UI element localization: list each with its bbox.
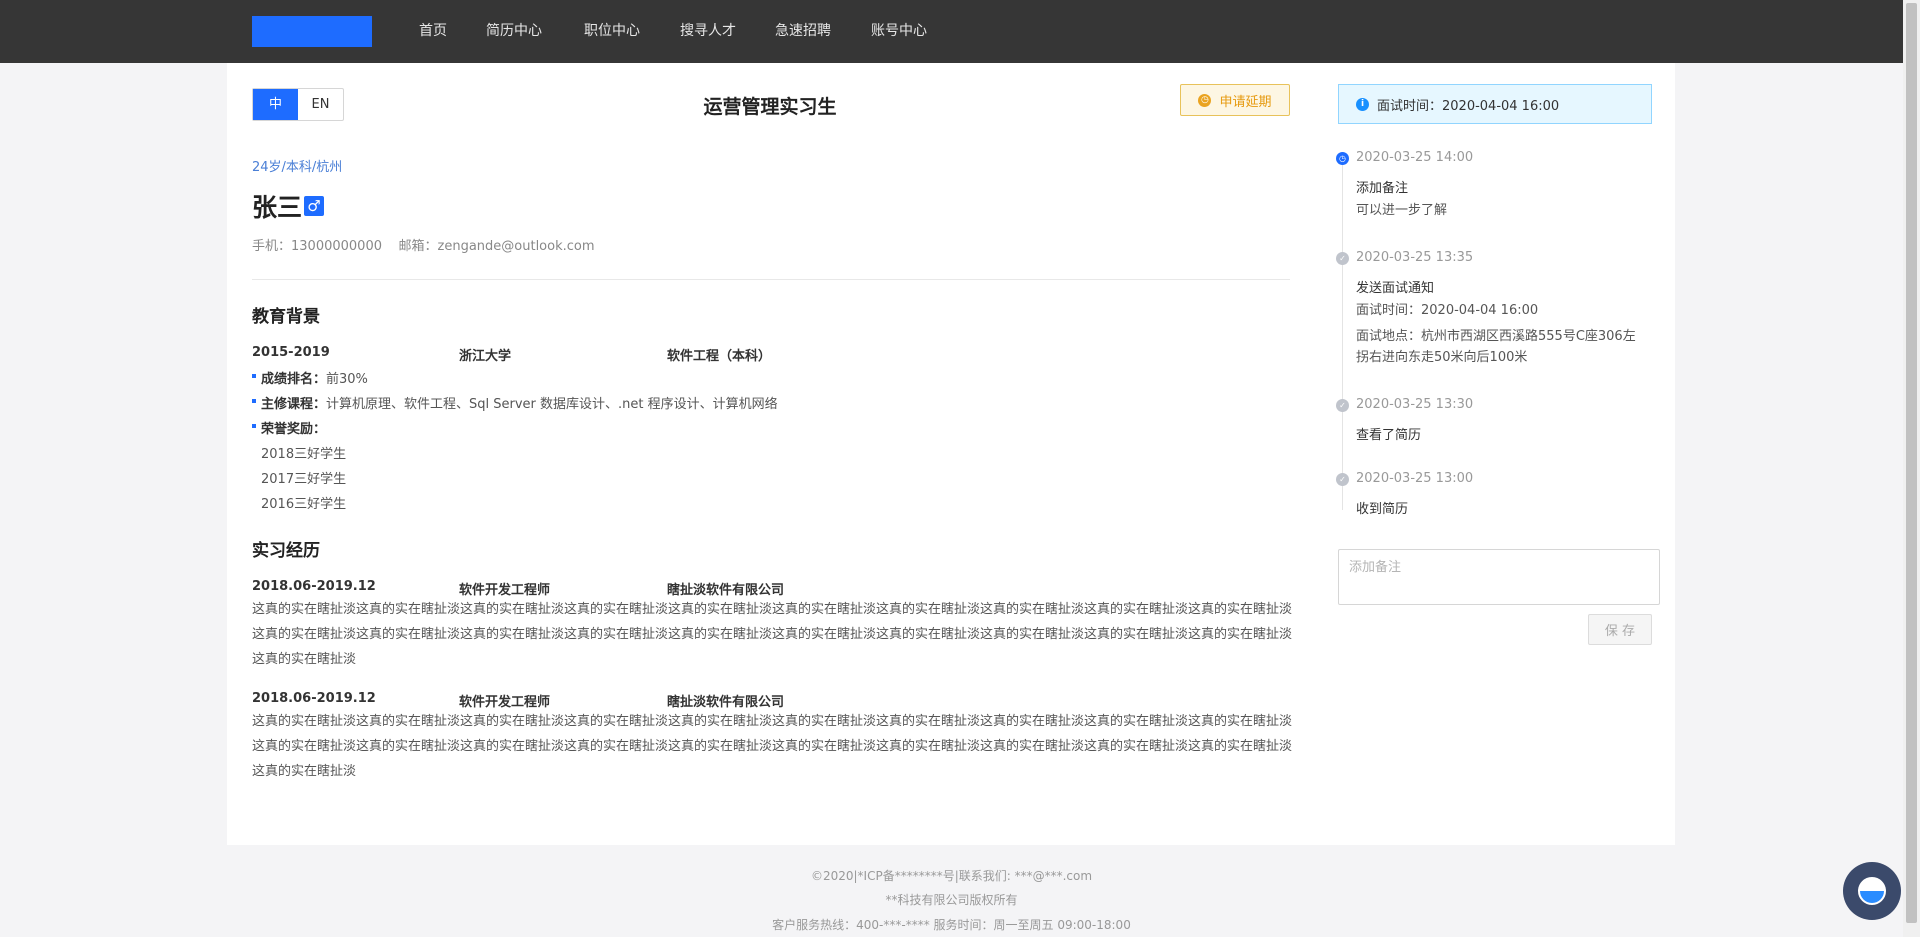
nav-home[interactable]: 首页 [419, 0, 447, 63]
footer-copyright: ©2020|*ICP备********号|联系我们: ***@***.com [810, 869, 1093, 883]
info-icon: i [1356, 97, 1369, 111]
nav-resume-center[interactable]: 简历中心 [486, 0, 542, 63]
award-item: 2017三好学生 [261, 472, 347, 487]
check-icon: ✓ [1336, 399, 1349, 412]
internship-period: 2018.06-2019.12 [252, 691, 376, 706]
timeline-title: 添加备注 [1356, 181, 1409, 196]
apply-extension-label: 申请延期 [1219, 94, 1272, 110]
rank-value: 前30% [326, 372, 368, 387]
timeline-title: 发送面试通知 [1356, 281, 1435, 296]
rank-label: 成绩排名： [261, 372, 327, 387]
education-major: 软件工程（本科） [667, 349, 772, 364]
timeline-line [1342, 160, 1343, 510]
nav-job-center[interactable]: 职位中心 [584, 0, 640, 63]
male-icon: ♂ [304, 196, 324, 216]
internship-role: 软件开发工程师 [459, 695, 551, 710]
nav-quick-hire[interactable]: 急速招聘 [775, 0, 831, 63]
top-navbar: 首页 简历中心 职位中心 搜寻人才 急速招聘 账号中心 [0, 0, 1903, 63]
candidate-name: 张三 [252, 193, 303, 222]
check-icon: ✓ [1336, 473, 1349, 486]
timeline-detail: 面试时间：2020-04-04 16:00 [1356, 303, 1539, 318]
education-title: 教育背景 [252, 307, 320, 327]
scrollbar-thumb[interactable] [1906, 3, 1917, 923]
timeline-time: 2020-03-25 13:35 [1356, 250, 1474, 265]
interview-time-notice: i 面试时间：2020-04-04 16:00 [1338, 84, 1652, 124]
note-input[interactable] [1338, 549, 1660, 605]
timeline-title: 查看了简历 [1356, 428, 1422, 443]
courses-value: 计算机原理、软件工程、Sql Server 数据库设计、.net 程序设计、计算… [326, 397, 778, 412]
language-switch: 中 EN [252, 88, 344, 121]
save-button[interactable]: 保 存 [1588, 614, 1652, 645]
timeline-detail: 面试地点：杭州市西湖区西溪路555号C座306左拐右进向东走50米向后100米 [1356, 329, 1636, 365]
nav-account-center[interactable]: 账号中心 [871, 0, 927, 63]
clock-icon: ◷ [1198, 93, 1212, 107]
footer-company: **科技有限公司版权所有 [885, 893, 1018, 907]
education-period: 2015-2019 [252, 345, 330, 360]
internship-title: 实习经历 [252, 541, 320, 561]
timeline-time: 2020-03-25 14:00 [1356, 150, 1474, 165]
internship-company: 瞎扯淡软件有限公司 [667, 583, 785, 598]
check-icon: ✓ [1336, 252, 1349, 265]
lang-zh-button[interactable]: 中 [253, 89, 298, 120]
courses-item: 主修课程：计算机原理、软件工程、Sql Server 数据库设计、.net 程序… [252, 393, 778, 412]
internship-description: 这真的实在瞎扯淡这真的实在瞎扯淡这真的实在瞎扯淡这真的实在瞎扯淡这真的实在瞎扯淡… [252, 714, 1293, 779]
internship-role: 软件开发工程师 [459, 583, 551, 598]
apply-extension-button[interactable]: ◷ 申请延期 [1180, 84, 1290, 116]
internship-company: 瞎扯淡软件有限公司 [667, 695, 785, 710]
internship-period: 2018.06-2019.12 [252, 579, 376, 594]
candidate-meta: 24岁/本科/杭州 [252, 160, 343, 175]
clock-icon: ◷ [1336, 152, 1349, 165]
timeline-time: 2020-03-25 13:00 [1356, 471, 1474, 486]
awards-label: 荣誉奖励： [261, 422, 327, 437]
scrollbar[interactable] [1903, 0, 1920, 937]
footer-hotline: 客户服务热线：400-***-**** 服务时间：周一至周五 09:00-18:… [772, 918, 1131, 932]
candidate-contact: 手机：13000000000 邮箱：zengande@outlook.com [252, 239, 595, 254]
job-title: 运营管理实习生 [703, 96, 837, 118]
chat-button[interactable] [1843, 862, 1901, 920]
internship-description: 这真的实在瞎扯淡这真的实在瞎扯淡这真的实在瞎扯淡这真的实在瞎扯淡这真的实在瞎扯淡… [252, 602, 1293, 667]
award-item: 2018三好学生 [261, 447, 347, 462]
interview-time-text: 面试时间：2020-04-04 16:00 [1377, 98, 1560, 114]
timeline-title: 收到简历 [1356, 502, 1409, 517]
divider [252, 279, 1290, 280]
logo[interactable] [252, 16, 372, 47]
awards-item: 荣誉奖励： [252, 418, 326, 437]
timeline-detail: 可以进一步了解 [1356, 203, 1448, 218]
lang-en-button[interactable]: EN [298, 89, 343, 120]
education-school: 浙江大学 [459, 349, 512, 364]
rank-item: 成绩排名：前30% [252, 368, 368, 387]
timeline-time: 2020-03-25 13:30 [1356, 397, 1474, 412]
award-item: 2016三好学生 [261, 497, 347, 512]
nav-search-talent[interactable]: 搜寻人才 [680, 0, 736, 63]
chat-icon [1858, 877, 1886, 905]
courses-label: 主修课程： [261, 397, 327, 412]
